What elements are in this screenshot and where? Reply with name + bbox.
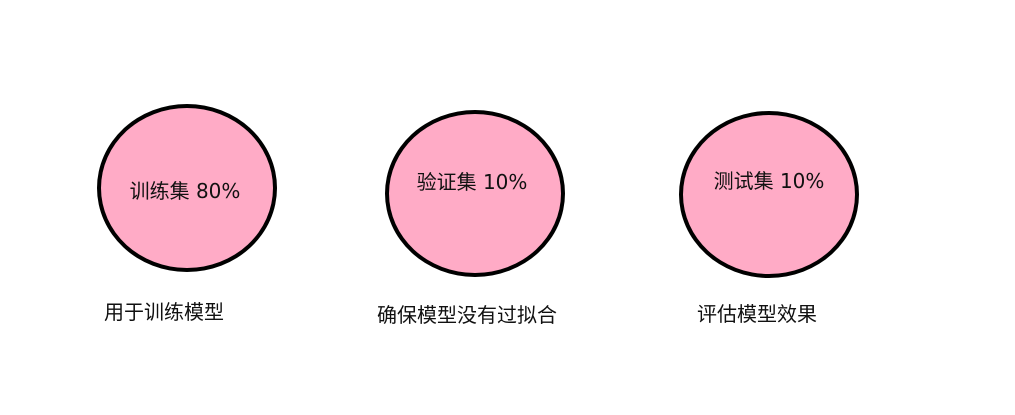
training-set-caption: 用于训练模型 <box>104 300 224 324</box>
training-set-label: 训练集 80% <box>129 178 241 203</box>
validation-set-caption: 确保模型没有过拟合 <box>377 303 557 327</box>
validation-set-label: 验证集 10% <box>416 170 528 194</box>
test-set-caption: 评估模型效果 <box>697 302 817 326</box>
validation-set-circle: 验证集 10% <box>385 110 565 277</box>
test-set-circle: 测试集 10% <box>679 111 859 278</box>
training-set-circle: 训练集 80% <box>97 104 277 272</box>
test-set-label: 测试集 10% <box>713 169 825 193</box>
